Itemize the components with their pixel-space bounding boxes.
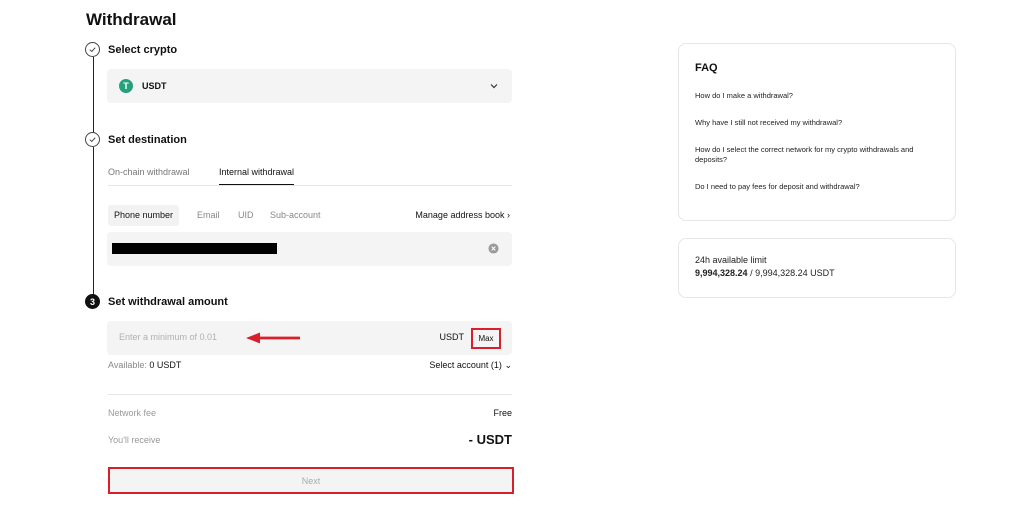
subtab-sub-account[interactable]: Sub-account [270,205,321,226]
faq-item[interactable]: Why have I still not received my withdra… [695,118,945,128]
page-title: Withdrawal [86,10,177,29]
receive-label: You'll receive [108,435,161,445]
timeline-line [93,147,94,295]
divider [108,394,512,395]
subtab-phone-number[interactable]: Phone number [108,205,180,226]
limit-card: 24h available limit 9,994,328.24 / 9,994… [678,238,956,298]
faq-card: FAQ How do I make a withdrawal? Why have… [678,43,956,221]
chevron-down-icon [490,84,498,89]
destination-subtabs: Phone number Email UID Sub-account Manag… [108,205,512,226]
chevron-right-icon: › [507,210,510,220]
subtab-email[interactable]: Email [197,205,220,226]
withdrawal-amount-input[interactable]: Enter a minimum of 0.01 USDT Max [107,321,512,355]
select-account-label: Select account (1) [429,360,502,370]
step-2-title: Set destination [108,134,187,146]
receive-value: - USDT [468,432,512,447]
available-label: Available: [108,360,147,370]
limit-values: 9,994,328.24 / 9,994,328.24 USDT [695,268,939,278]
clear-icon[interactable] [488,243,499,254]
step-3-title: Set withdrawal amount [108,296,228,308]
limit-separator: / [750,268,753,278]
next-button[interactable]: Next [108,467,514,494]
step-1-check-icon [85,42,100,57]
phone-number-input[interactable] [107,232,512,266]
faq-item[interactable]: How do I select the correct network for … [695,145,945,165]
timeline-line [93,57,94,133]
limit-available: 9,994,328.24 [695,268,748,278]
limit-total: 9,994,328.24 USDT [755,268,835,278]
faq-item[interactable]: Do I need to pay fees for deposit and wi… [695,182,945,192]
manage-address-book-link[interactable]: Manage address book › [415,205,510,226]
step-2-check-icon [85,132,100,147]
network-fee-label: Network fee [108,408,157,418]
limit-label: 24h available limit [695,255,767,265]
crypto-select-value: USDT [142,81,167,91]
amount-unit: USDT [439,332,465,342]
step-1-title: Select crypto [108,44,178,56]
max-button[interactable]: Max [471,328,501,349]
crypto-select[interactable]: T USDT [107,69,512,103]
tab-on-chain-withdrawal[interactable]: On-chain withdrawal [108,167,190,184]
available-balance: Available: 0 USDT [108,360,181,370]
subtab-uid[interactable]: UID [238,205,254,226]
step-3-number-badge: 3 [85,294,100,309]
available-value: 0 USDT [149,360,182,370]
annotation-arrow-icon [246,332,300,344]
faq-item[interactable]: How do I make a withdrawal? [695,91,945,101]
amount-placeholder: Enter a minimum of 0.01 [119,332,218,342]
network-fee-value: Free [493,408,512,418]
chevron-down-icon: ⌄ [504,360,512,370]
manage-address-book-label: Manage address book [415,210,505,220]
usdt-icon: T [119,79,133,93]
faq-title: FAQ [695,62,718,74]
redacted-value [112,243,277,254]
tab-internal-withdrawal[interactable]: Internal withdrawal [219,167,295,185]
select-account-dropdown[interactable]: Select account (1) ⌄ [429,360,512,371]
destination-tabs: On-chain withdrawal Internal withdrawal [108,161,512,186]
